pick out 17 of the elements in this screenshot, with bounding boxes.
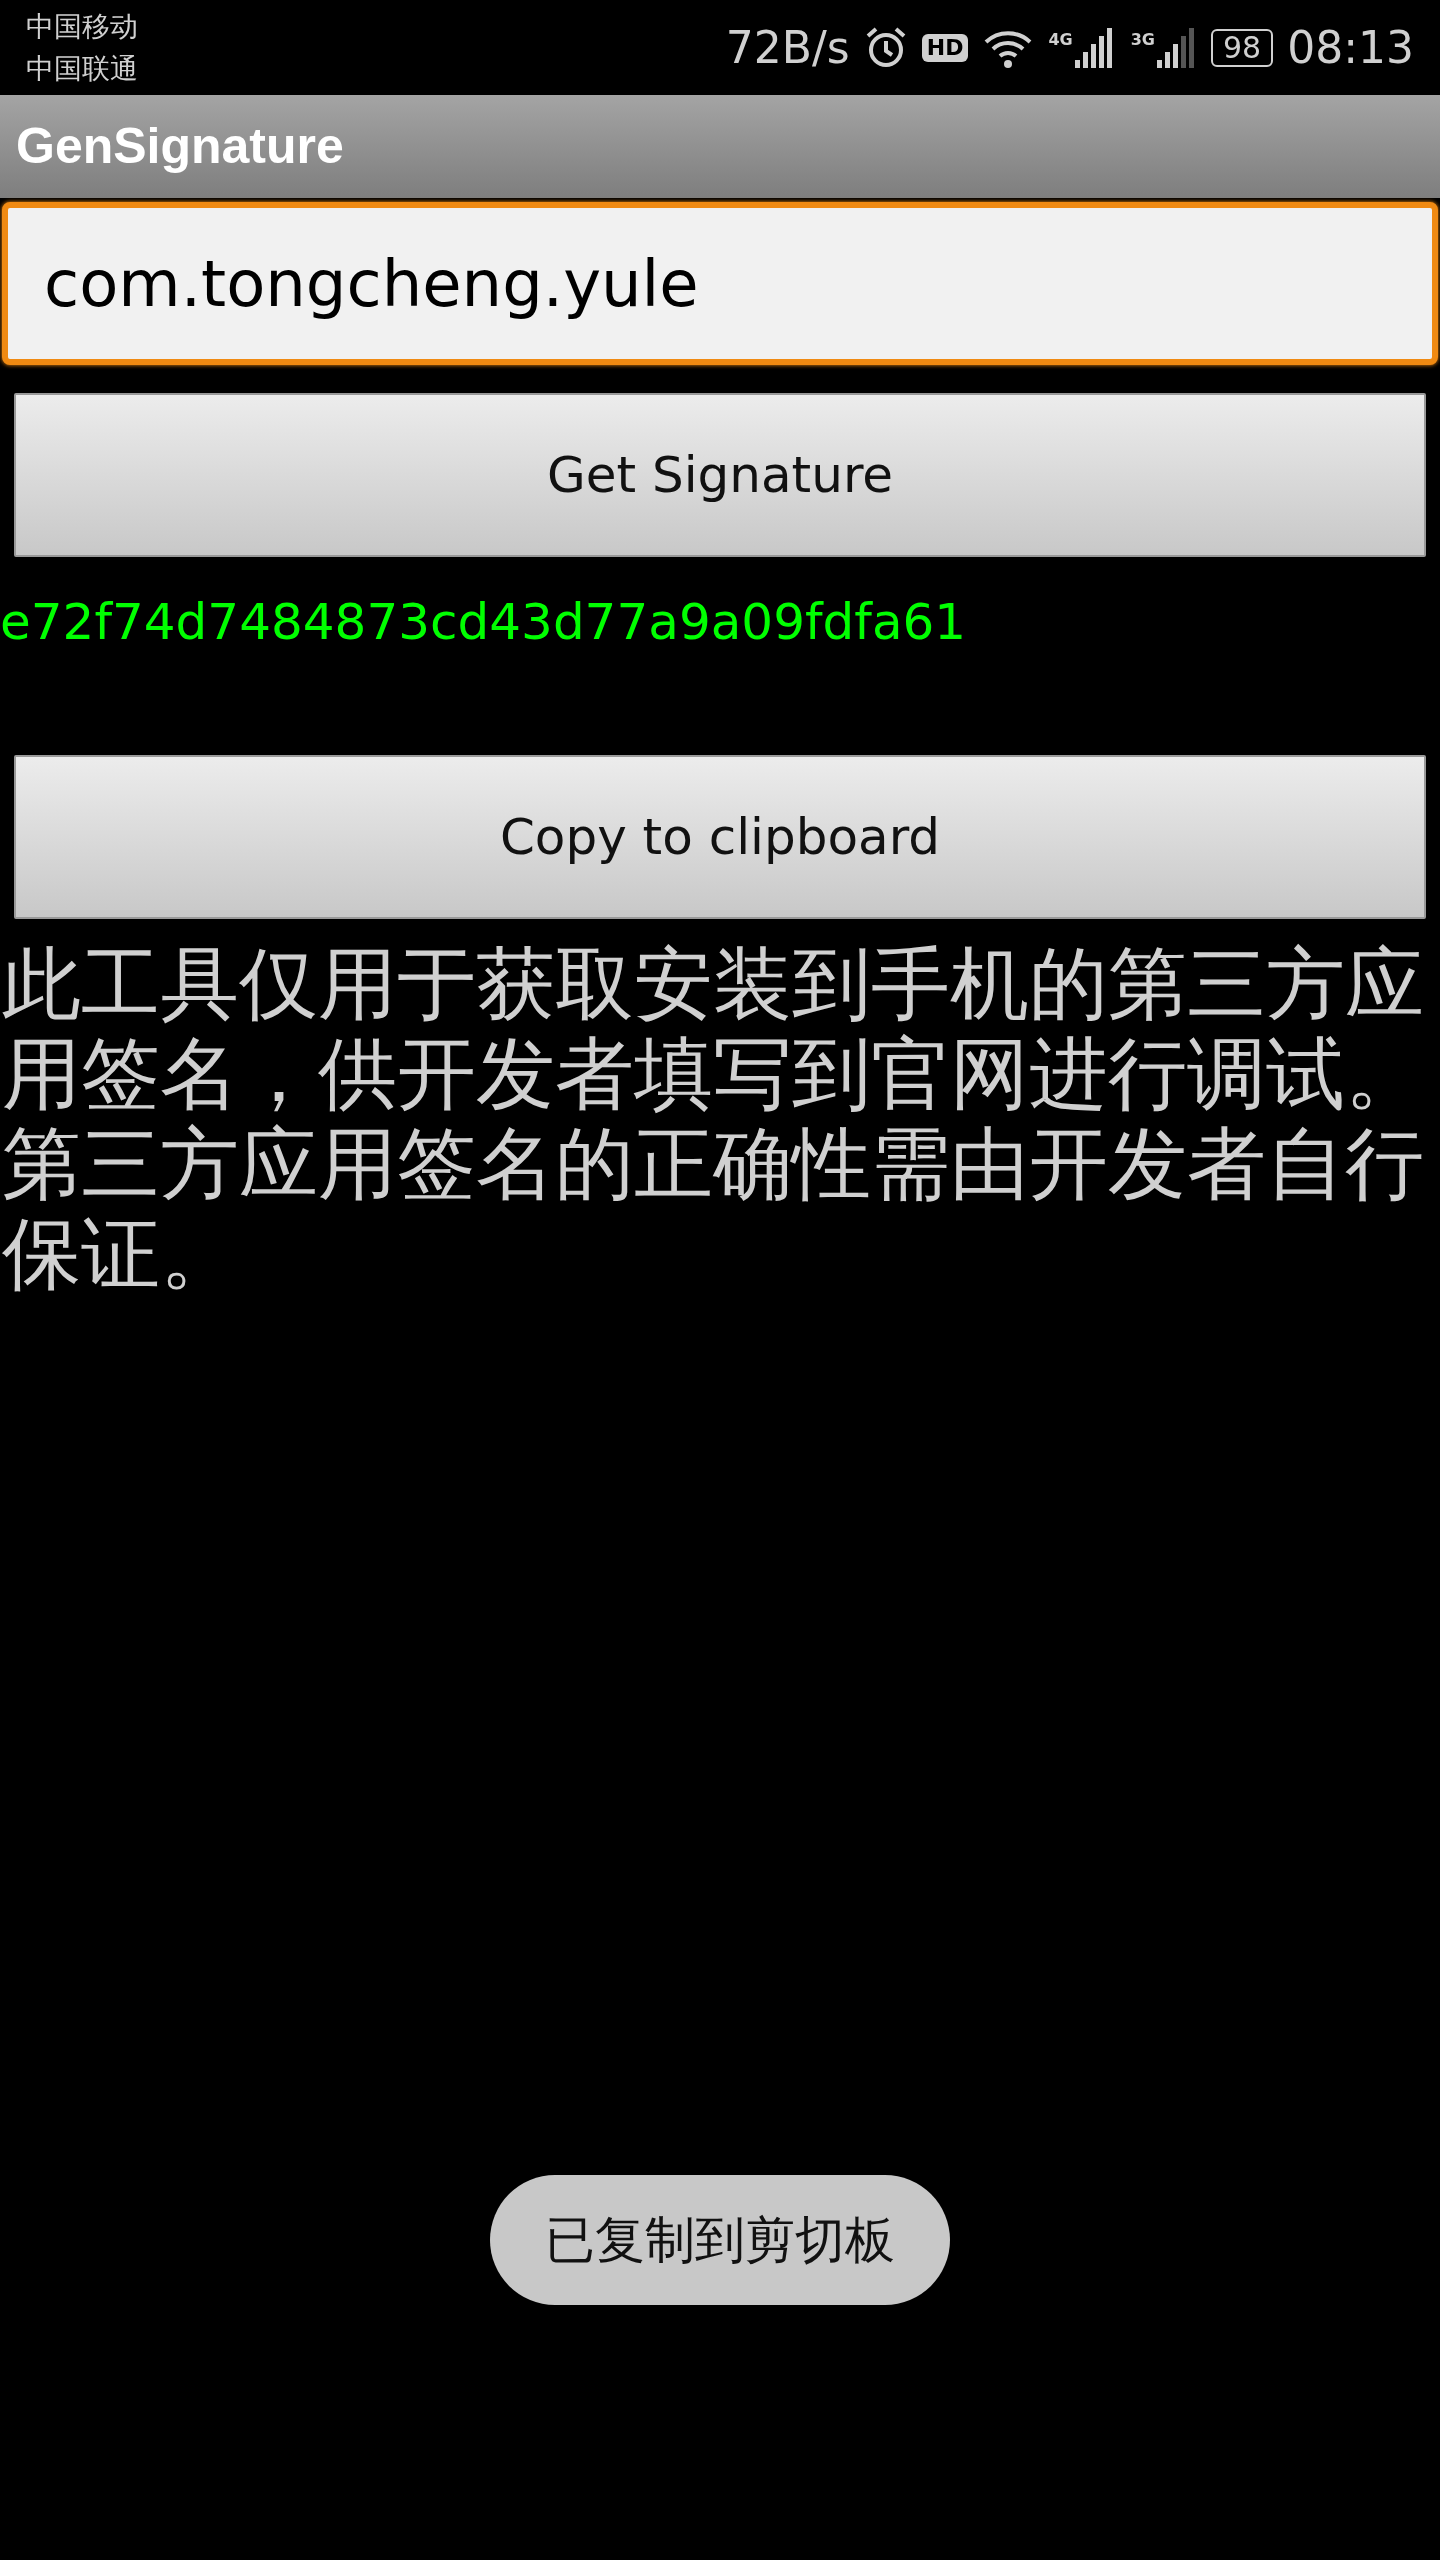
- network-speed: 72B/s: [725, 20, 850, 75]
- copy-button[interactable]: Copy to clipboard: [14, 755, 1426, 919]
- battery-indicator: 98: [1211, 28, 1274, 67]
- hd-badge: HD: [921, 33, 969, 62]
- signal-icon: [1157, 27, 1197, 68]
- toast-message: 已复制到剪切板: [490, 2175, 950, 2305]
- clock-time: 08:13: [1287, 20, 1414, 75]
- network-type: 3G: [1130, 28, 1155, 51]
- signal-icon: [1074, 27, 1115, 68]
- carrier-name: 中国联通: [26, 50, 138, 87]
- package-name-field[interactable]: com.tongcheng.yule: [2, 202, 1438, 365]
- get-signature-button[interactable]: Get Signature: [14, 393, 1426, 557]
- app-title: GenSignature: [16, 117, 344, 176]
- signature-text: e72f74d7484873cd43d77a9a09fdfa61: [0, 597, 968, 647]
- carrier-name: 中国移动: [26, 8, 138, 45]
- network-type: 4G: [1048, 28, 1073, 51]
- notice-text: 此工具仅用于获取安装到手机的第三方应用签名，供开发者填写到官网进行调试。第三方应用签名的正确性需由开发者自行保证。: [1, 939, 1425, 1299]
